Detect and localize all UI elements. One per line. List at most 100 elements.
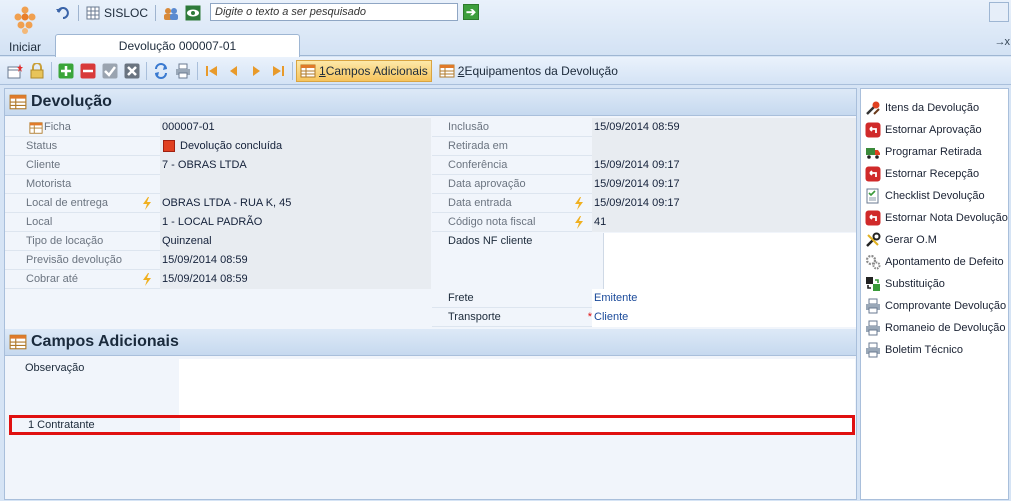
field-value[interactable]: 15/09/2014 09:17 — [592, 174, 856, 194]
new-record-icon[interactable] — [6, 62, 24, 80]
quick-access-bar: SISLOC — [52, 3, 204, 23]
form-icon — [29, 121, 43, 134]
lightning-icon[interactable] — [142, 196, 152, 210]
users-icon[interactable] — [160, 4, 182, 22]
separator — [146, 61, 147, 80]
field-row: Data entrada 15/09/2014 09:17 — [432, 193, 856, 213]
tab-campos-adicionais[interactable]: 1 Campos Adicionais — [296, 59, 432, 82]
actions-panel: Itens da Devolução Estornar Aprovação Pr… — [860, 88, 1009, 500]
action-boletim-tecnico[interactable]: Boletim Técnico — [861, 339, 1008, 361]
add-icon[interactable] — [57, 62, 75, 80]
field-label: Código nota fiscal — [432, 213, 592, 232]
tab-equipamentos-devolucao[interactable]: 2 Equipamentos da Devolução — [436, 60, 621, 82]
truck-icon — [866, 148, 880, 159]
section-title: Devolução — [31, 93, 112, 110]
field-value[interactable]: Emitente — [592, 288, 856, 308]
field-value[interactable]: 15/09/2014 09:17 — [592, 193, 856, 213]
undo-icon[interactable] — [52, 4, 74, 22]
action-gerar-om[interactable]: Gerar O.M — [861, 229, 1008, 251]
first-record-icon[interactable] — [203, 62, 221, 80]
remove-icon[interactable] — [79, 62, 97, 80]
top-bar: Iniciar SISLOC Digite o texto a ser pesq… — [0, 0, 1011, 57]
separator — [292, 61, 293, 80]
lightning-icon[interactable] — [574, 196, 584, 210]
field-value[interactable]: 000007-01 — [160, 117, 431, 137]
field-value[interactable]: 15/09/2014 08:59 — [160, 269, 431, 289]
section-header-devolucao: Devolução — [5, 89, 856, 116]
field-value[interactable] — [592, 136, 856, 156]
action-romaneio-devolucao[interactable]: Romaneio de Devolução — [861, 317, 1008, 339]
field-row: Local de entrega OBRAS LTDA - RUA K, 45 — [5, 193, 431, 213]
field-label: Dados NF cliente — [448, 235, 533, 247]
tab-label: Equipamentos da Devolução — [464, 63, 618, 78]
observacao-field[interactable] — [179, 359, 855, 417]
field-value[interactable]: 7 - OBRAS LTDA — [160, 155, 431, 175]
action-estornar-aprovacao[interactable]: Estornar Aprovação — [861, 119, 1008, 141]
search-input[interactable]: Digite o texto a ser pesquisado — [210, 3, 458, 21]
field-label: Ficha — [5, 118, 160, 137]
refresh-icon[interactable] — [152, 62, 170, 80]
printer-icon — [866, 298, 880, 314]
close-tab-icon[interactable]: →x — [995, 36, 1010, 48]
cancel-icon[interactable] — [123, 62, 141, 80]
action-itens-devolucao[interactable]: Itens da Devolução — [861, 97, 1008, 119]
grid-icon — [86, 6, 100, 20]
field-row: Motorista — [5, 174, 431, 194]
revert-icon — [865, 122, 881, 138]
field-value[interactable]: Cliente — [592, 307, 856, 327]
action-comprovante-devolucao[interactable]: Comprovante Devolução — [861, 295, 1008, 317]
last-record-icon[interactable] — [269, 62, 287, 80]
lightning-icon[interactable] — [574, 215, 584, 229]
field-value[interactable] — [160, 174, 431, 194]
contratante-row: 1 Contratante — [9, 415, 855, 435]
main-panel: Devolução Ficha 000007-01 Status Devoluç… — [4, 88, 857, 500]
section-header-campos-adicionais: Campos Adicionais — [5, 329, 856, 356]
search-go-button[interactable]: ➔ — [463, 4, 479, 20]
field-value[interactable]: 15/09/2014 09:17 — [592, 155, 856, 175]
field-value[interactable]: 15/09/2014 08:59 — [160, 250, 431, 270]
lightning-icon[interactable] — [142, 272, 152, 286]
action-apontamento-defeito[interactable]: Apontamento de Defeito — [861, 251, 1008, 273]
action-estornar-nota-devolucao[interactable]: Estornar Nota Devolução — [861, 207, 1008, 229]
start-label: Iniciar — [8, 40, 41, 54]
field-label: Conferência — [448, 158, 508, 171]
field-row: Ficha 000007-01 — [5, 117, 431, 137]
lock-icon[interactable] — [28, 62, 46, 80]
field-value[interactable]: 15/09/2014 08:59 — [592, 117, 856, 137]
field-value[interactable]: 1 - LOCAL PADRÃO — [160, 212, 431, 232]
window-control[interactable] — [989, 2, 1009, 22]
confirm-icon[interactable] — [101, 62, 119, 80]
field-label: Cliente — [26, 158, 61, 171]
action-programar-retirada[interactable]: Programar Retirada — [861, 141, 1008, 163]
field-label: Local — [26, 215, 53, 228]
tab-devolucao[interactable]: Devolução 000007-01 — [55, 34, 300, 57]
field-row: Inclusão 15/09/2014 08:59 — [432, 117, 856, 137]
status-value[interactable]: Devolução concluída — [160, 136, 431, 156]
record-toolbar: 1 Campos Adicionais 2 Equipamentos da De… — [0, 57, 1011, 85]
separator — [51, 61, 52, 80]
field-label: Transporte * — [432, 308, 592, 327]
view-eye-icon[interactable] — [182, 4, 204, 22]
next-record-icon[interactable] — [247, 62, 265, 80]
action-checklist-devolucao[interactable]: Checklist Devolução — [861, 185, 1008, 207]
field-row: Retirada em — [432, 136, 856, 156]
field-value[interactable]: OBRAS LTDA - RUA K, 45 — [160, 193, 431, 213]
contratante-field[interactable] — [180, 418, 852, 432]
tab-label: Campos Adicionais — [325, 63, 428, 78]
field-value[interactable]: Quinzenal — [160, 231, 431, 251]
start-button[interactable]: Iniciar — [4, 2, 46, 54]
sisloc-button[interactable]: SISLOC — [83, 4, 151, 22]
action-estornar-recepcao[interactable]: Estornar Recepção — [861, 163, 1008, 185]
app-name: SISLOC — [104, 6, 149, 20]
wrench-icon — [866, 232, 881, 247]
print-icon[interactable] — [174, 62, 192, 80]
field-label: Retirada em — [448, 139, 508, 152]
field-label: Motorista — [26, 177, 72, 190]
previous-record-icon[interactable] — [225, 62, 243, 80]
dados-nf-cliente-field[interactable] — [603, 233, 856, 290]
field-row: Conferência 15/09/2014 09:17 — [432, 155, 856, 175]
field-value[interactable]: 41 — [592, 212, 856, 232]
gears-icon — [865, 254, 881, 270]
action-substituicao[interactable]: Substituição — [861, 273, 1008, 295]
form-icon — [9, 94, 27, 110]
